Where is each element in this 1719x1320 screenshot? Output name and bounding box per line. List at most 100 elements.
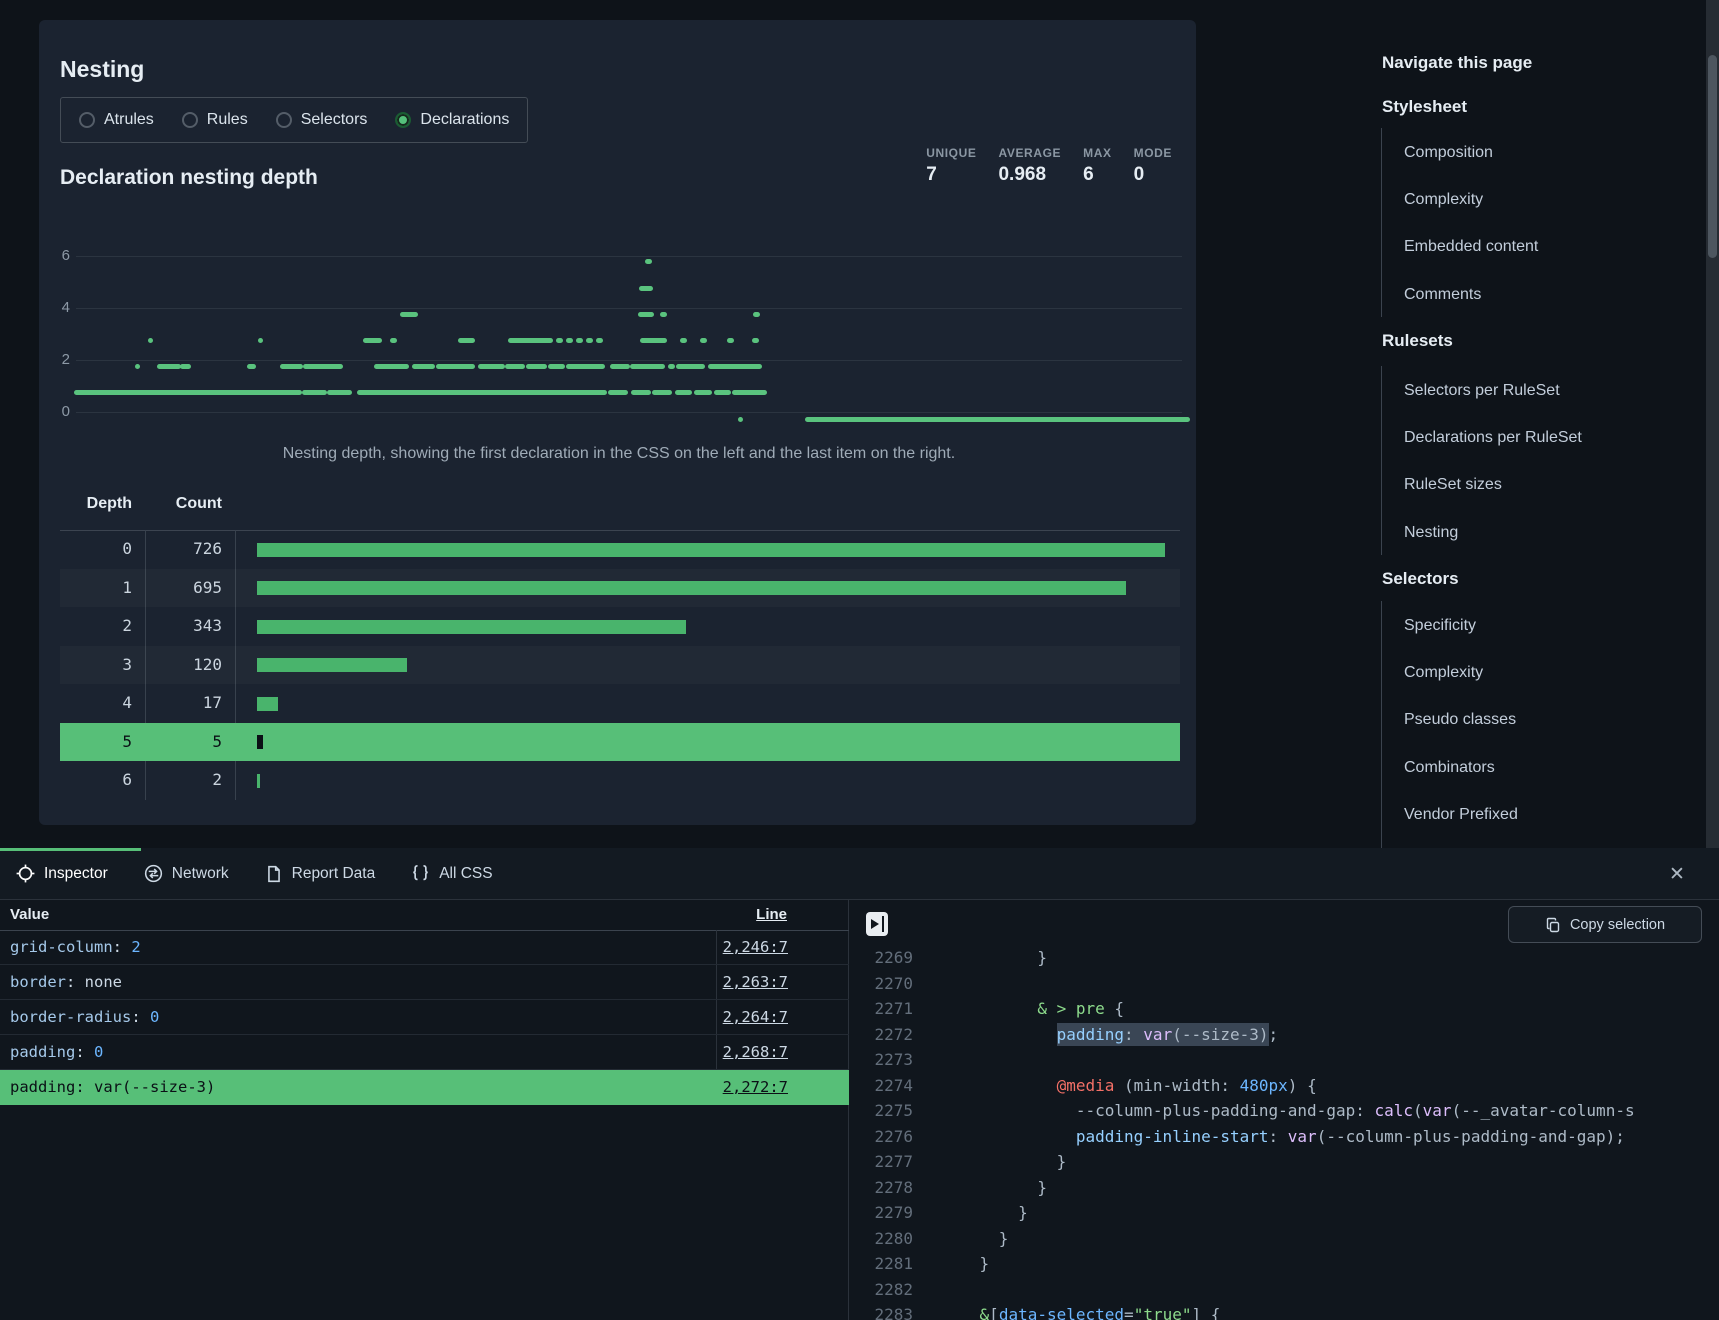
code-editor-panel: Copy selection 2269 }22702271 & > pre {2… (851, 900, 1719, 1320)
toc-item-specificity[interactable]: Specificity (1404, 617, 1476, 635)
line-column-header[interactable]: Line (756, 906, 787, 923)
line-link[interactable]: 2,246:7 (723, 930, 788, 964)
toc-item-composition[interactable]: Composition (1404, 144, 1493, 162)
code-line: 2279 } (851, 1200, 1719, 1226)
code-line: 2272 padding: var(--size-3); (851, 1022, 1719, 1048)
line-link[interactable]: 2,268:7 (723, 1035, 788, 1069)
tab-label: All CSS (439, 865, 492, 883)
scatter-dot-run (694, 390, 712, 395)
value-column-header: Value (10, 906, 49, 923)
table-row[interactable]: 3120 (60, 646, 1180, 685)
toc-item-embedded-content[interactable]: Embedded content (1404, 238, 1538, 256)
value-table-row[interactable]: padding: 02,268:7 (0, 1035, 849, 1070)
table-row[interactable]: 2343 (60, 607, 1180, 646)
drawer-tabbar: Inspector Network Report Data All CSS (0, 848, 1719, 900)
page-title: Nesting (60, 56, 144, 83)
radio-icon (395, 112, 411, 128)
table-row[interactable]: 1695 (60, 569, 1180, 608)
scatter-dot-run (675, 390, 692, 395)
line-link[interactable]: 2,264:7 (723, 1000, 788, 1034)
declaration-text: grid-column: 2 (10, 930, 141, 964)
tab-inspector[interactable]: Inspector (16, 864, 108, 883)
count-cell: 17 (167, 684, 222, 723)
toc-item-vendor-prefixed[interactable]: Vendor Prefixed (1404, 806, 1518, 824)
toc-item-nesting[interactable]: Nesting (1404, 524, 1458, 542)
table-row[interactable]: 55 (60, 723, 1180, 762)
toc-item-complexity[interactable]: Complexity (1404, 191, 1483, 209)
scatter-dot-run (357, 390, 607, 395)
line-number: 2272 (851, 1022, 913, 1048)
code-line: 2270 (851, 971, 1719, 997)
scatter-dot-run (576, 338, 583, 343)
scatter-dot-run (303, 364, 343, 369)
curly-braces-icon (411, 864, 430, 883)
scatter-dot-run (526, 364, 547, 369)
toc-item-pseudo-classes[interactable]: Pseudo classes (1404, 711, 1516, 729)
crosshair-icon (16, 864, 35, 883)
toc-item-selectors-per-ruleset[interactable]: Selectors per RuleSet (1404, 382, 1560, 400)
toc-item-declarations-per-ruleset[interactable]: Declarations per RuleSet (1404, 429, 1582, 447)
declaration-text: padding: var(--size-3) (10, 1070, 215, 1104)
count-bar (257, 543, 1165, 557)
value-table-row[interactable]: border: none2,263:7 (0, 965, 849, 1000)
scatter-chart: 6420 (46, 230, 1192, 430)
scatter-dot-run (157, 364, 181, 369)
toc-item-ruleset-sizes[interactable]: RuleSet sizes (1404, 476, 1502, 494)
code-source: } (941, 1251, 989, 1277)
radio-rules[interactable]: Rules (182, 111, 248, 129)
scatter-dot-run (478, 364, 505, 369)
line-number: 2274 (851, 1073, 913, 1099)
tab-all-css[interactable]: All CSS (411, 864, 492, 883)
scatter-dot-run (645, 259, 652, 264)
table-row[interactable]: 417 (60, 684, 1180, 723)
line-number: 2277 (851, 1149, 913, 1175)
scatter-dot-run (436, 364, 475, 369)
radio-selectors[interactable]: Selectors (276, 111, 368, 129)
nesting-type-radio-group: Atrules Rules Selectors Declarations (60, 97, 528, 143)
close-icon[interactable]: ✕ (1662, 860, 1692, 890)
line-number: 2283 (851, 1302, 913, 1320)
scatter-dot-run (652, 390, 672, 395)
line-link[interactable]: 2,272:7 (723, 1070, 788, 1104)
scatter-dot-run (548, 364, 565, 369)
toc-title: Navigate this page (1382, 53, 1532, 73)
scatter-dot-run (676, 364, 705, 369)
sidebar-toggle-icon[interactable] (866, 912, 888, 936)
value-table-row[interactable]: border-radius: 02,264:7 (0, 1000, 849, 1035)
radio-atrules[interactable]: Atrules (79, 111, 154, 129)
line-number: 2278 (851, 1175, 913, 1201)
count-bar (257, 697, 278, 711)
value-table-row[interactable]: padding: var(--size-3) 2,272:7 (0, 1070, 849, 1105)
scatter-dot-run (400, 312, 418, 317)
radio-declarations[interactable]: Declarations (395, 111, 509, 129)
page-scrollbar-thumb[interactable] (1708, 55, 1717, 258)
scatter-dot-run (247, 364, 256, 369)
code-source: } (941, 1149, 1066, 1175)
code-line: 2282 (851, 1277, 1719, 1303)
toc-item-combinators[interactable]: Combinators (1404, 759, 1495, 777)
toc-section-rulesets: Rulesets (1382, 331, 1453, 351)
table-row[interactable]: 0726 (60, 530, 1180, 569)
scatter-dot-run (640, 338, 667, 343)
value-table-row[interactable]: grid-column: 2 2,246:7 (0, 930, 849, 965)
radio-label: Rules (207, 111, 248, 129)
toc-item-comments[interactable]: Comments (1404, 286, 1481, 304)
copy-selection-button[interactable]: Copy selection (1508, 906, 1702, 943)
depth-cell: 5 (75, 723, 132, 762)
chart-caption: Nesting depth, showing the first declara… (46, 445, 1192, 463)
line-number: 2281 (851, 1251, 913, 1277)
tab-report-data[interactable]: Report Data (265, 865, 376, 883)
y-tick-label: 6 (46, 247, 70, 264)
table-row[interactable]: 62 (60, 761, 1180, 800)
scatter-dot-run (752, 338, 759, 343)
network-icon (144, 864, 163, 883)
code-line: 2275 --column-plus-padding-and-gap: calc… (851, 1098, 1719, 1124)
toc-item-complexity[interactable]: Complexity (1404, 664, 1483, 682)
scatter-dot-run (660, 312, 667, 317)
tab-network[interactable]: Network (144, 864, 229, 883)
count-cell: 726 (167, 530, 222, 569)
line-link[interactable]: 2,263:7 (723, 965, 788, 999)
code-lines[interactable]: 2269 }22702271 & > pre {2272 padding: va… (851, 942, 1719, 1320)
scatter-dot-run (639, 286, 653, 291)
scatter-dot-run (700, 338, 707, 343)
